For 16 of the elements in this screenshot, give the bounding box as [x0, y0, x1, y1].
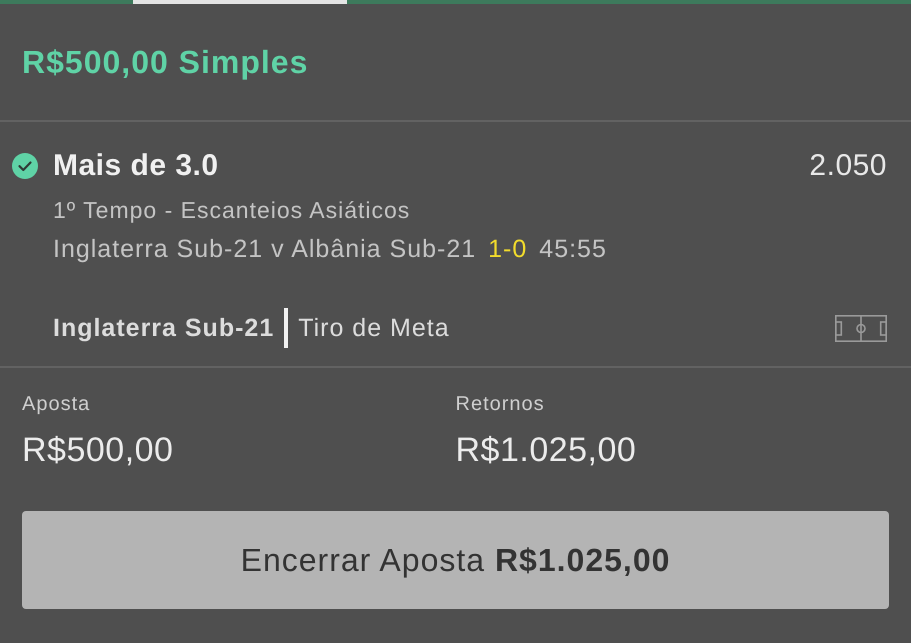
check-circle-icon	[12, 153, 38, 179]
bet-title: R$500,00 Simples	[22, 44, 308, 80]
summary-label: Retornos	[456, 392, 545, 416]
team-name: Inglaterra Sub-21	[53, 313, 274, 343]
odds: 2.050	[809, 149, 887, 183]
summary-label: Aposta	[22, 392, 90, 416]
match-score: 1-0	[488, 234, 528, 264]
event-name: Inglaterra Sub-21 v Albânia Sub-21	[53, 234, 476, 264]
event-action: Tiro de Meta	[298, 313, 450, 343]
match-clock: 45:55	[539, 234, 607, 264]
summary-value: R$1.025,00	[456, 430, 636, 470]
cash-out-button[interactable]: Encerrar Aposta R$1.025,00	[22, 511, 889, 609]
summary-value: R$500,00	[22, 430, 174, 470]
selection-name: Mais de 3.0	[53, 149, 219, 183]
market-name: 1º Tempo - Escanteios Asiáticos	[53, 196, 410, 224]
football-pitch-icon	[835, 314, 887, 342]
